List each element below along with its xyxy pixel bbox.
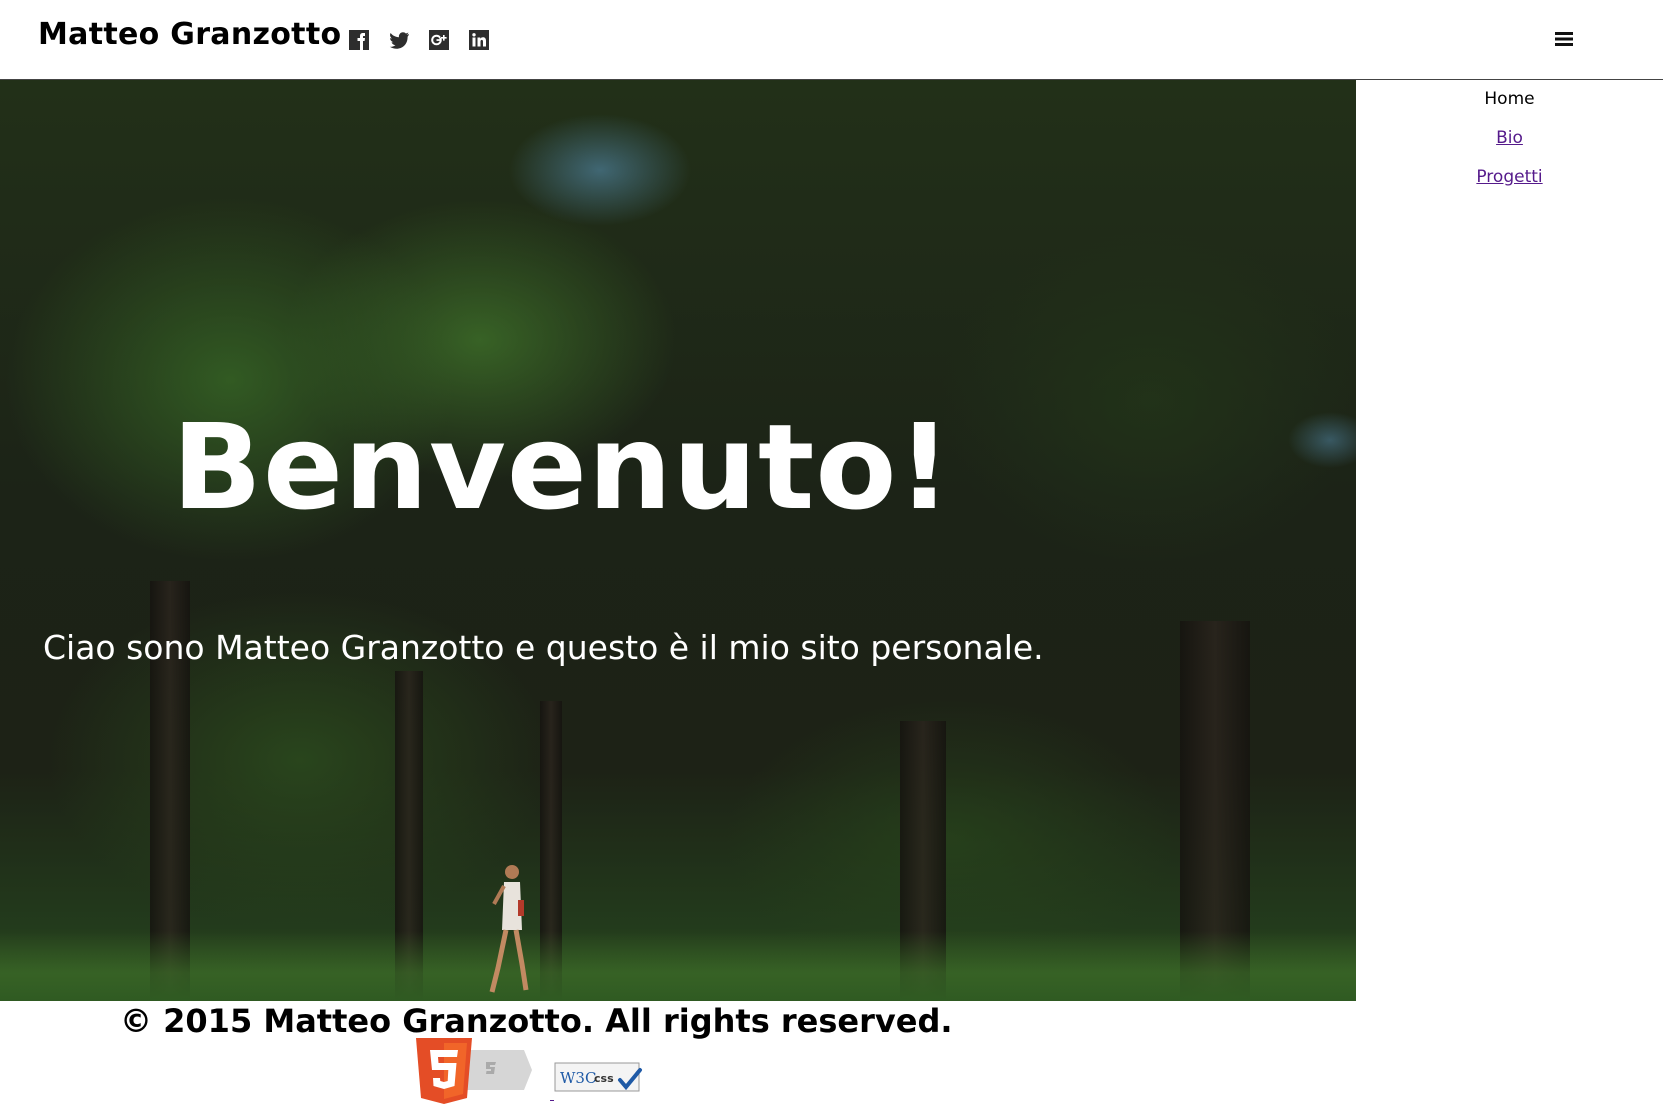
badge-w3c-text: W3C [560, 1069, 596, 1087]
social-links [348, 29, 490, 51]
nav-item-bio[interactable]: Bio [1356, 119, 1663, 158]
grass [0, 931, 1356, 1001]
nav-item-home[interactable]: Home [1356, 80, 1663, 119]
hamburger-menu-icon[interactable] [1553, 28, 1575, 50]
badge-css-text: css [594, 1072, 614, 1085]
sidebar-nav: Home Bio Progetti [1356, 80, 1663, 197]
google-plus-icon[interactable] [428, 29, 450, 51]
hero-title: Benvenuto! [172, 398, 953, 536]
nav-item-progetti[interactable]: Progetti [1356, 158, 1663, 197]
footer-copyright: © 2015 Matteo Granzotto. All rights rese… [120, 1002, 953, 1040]
w3c-css-badge[interactable]: W3C css [554, 1062, 644, 1094]
site-header: Matteo Granzotto [0, 0, 1663, 80]
walking-person-figure [489, 865, 529, 993]
hero-section: Benvenuto! Ciao sono Matteo Granzotto e … [0, 80, 1356, 1001]
hero-subtitle: Ciao sono Matteo Granzotto e questo è il… [43, 628, 1044, 667]
badge-link-underline [550, 1100, 554, 1101]
html5-badge[interactable] [416, 1038, 532, 1104]
facebook-icon[interactable] [348, 29, 370, 51]
linkedin-icon[interactable] [468, 29, 490, 51]
twitter-icon[interactable] [388, 29, 410, 51]
site-title[interactable]: Matteo Granzotto [38, 17, 341, 52]
